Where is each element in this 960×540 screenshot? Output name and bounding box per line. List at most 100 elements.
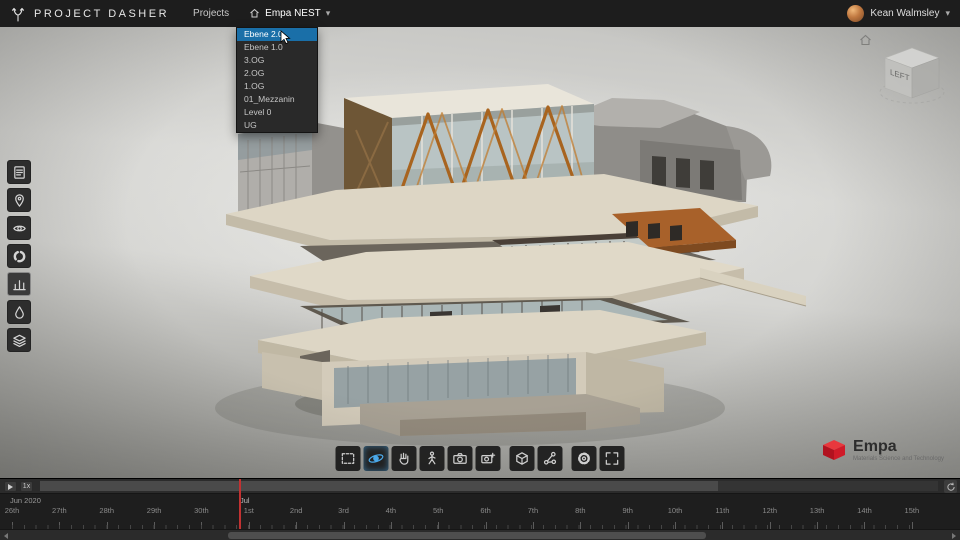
level-dropdown: Ebene 2.0 Ebene 1.0 3.OG 2.OG 1.OG 01_Me…: [236, 27, 318, 133]
tick-label: 4th: [386, 506, 396, 515]
timeline-panel: 1x Jun 2020 Jul 26th 27th 28th 29th 30th: [0, 478, 960, 540]
fullscreen-button[interactable]: [600, 446, 625, 471]
first-person-button[interactable]: [420, 446, 445, 471]
model-button[interactable]: [510, 446, 535, 471]
tick-mark: [580, 522, 581, 529]
tick-mark: [533, 522, 534, 529]
scrollbar-thumb[interactable]: [228, 532, 706, 539]
tick-mark: [201, 522, 202, 529]
tick-mark: [864, 522, 865, 529]
user-name: Kean Walmsley: [870, 8, 939, 19]
tick-mark: [486, 522, 487, 529]
doughnut-chart-button[interactable]: [7, 244, 31, 268]
marquee-select-button[interactable]: [336, 446, 361, 471]
marquee-select-icon: [340, 450, 357, 467]
chevron-down-icon: ▾: [945, 9, 950, 18]
tick-label: 13th: [810, 506, 825, 515]
data-points-button[interactable]: [538, 446, 563, 471]
day-ticks: 26th 27th 28th 29th 30th 1st 2nd 3rd 4th…: [12, 494, 912, 529]
tick-mark: [628, 522, 629, 529]
tick-label: 6th: [480, 506, 490, 515]
tick-mark: [817, 522, 818, 529]
visibility-button[interactable]: [7, 216, 31, 240]
tick-label: 26th: [5, 506, 20, 515]
user-menu[interactable]: Kean Walmsley ▾: [847, 5, 950, 22]
tick-mark: [391, 522, 392, 529]
settings-tool-group: [572, 446, 625, 471]
bar-chart-button[interactable]: [7, 272, 31, 296]
level-dropdown-item[interactable]: Level 0: [237, 106, 317, 119]
tick-label: 30th: [194, 506, 209, 515]
tick-label: 5th: [433, 506, 443, 515]
chevron-down-icon: ▾: [326, 9, 331, 18]
avatar: [847, 5, 864, 22]
tick-mark: [154, 522, 155, 529]
tick-mark: [107, 522, 108, 529]
fullscreen-icon: [604, 450, 621, 467]
arrow-right-icon: [952, 533, 956, 539]
home-button[interactable]: [859, 33, 872, 51]
level-dropdown-item[interactable]: UG: [237, 119, 317, 132]
left-toolbar: [7, 160, 31, 352]
play-button[interactable]: [4, 481, 17, 492]
3d-viewport[interactable]: [0, 27, 960, 478]
scroll-right-button[interactable]: [948, 530, 960, 540]
tick-label: 10th: [668, 506, 683, 515]
level-dropdown-item[interactable]: 2.OG: [237, 67, 317, 80]
tick-mark: [912, 522, 913, 529]
tick-label: 11th: [715, 506, 729, 515]
layers-icon: [12, 333, 27, 348]
top-bar: PROJECT DASHER Projects Empa NEST ▾ Kean…: [0, 0, 960, 27]
timeline-scrollbar[interactable]: [0, 529, 960, 540]
orbit-icon: [368, 450, 385, 467]
tick-label: 9th: [622, 506, 632, 515]
level-dropdown-item[interactable]: Ebene 1.0: [237, 41, 317, 54]
pan-hand-icon: [396, 450, 413, 467]
pin-button[interactable]: [7, 188, 31, 212]
timeline-track[interactable]: [40, 481, 938, 491]
snapshot-button[interactable]: [476, 446, 501, 471]
level-dropdown-item[interactable]: Ebene 2.0: [237, 28, 317, 41]
tick-mark: [12, 522, 13, 529]
orbit-button[interactable]: [364, 446, 389, 471]
selected-time-range[interactable]: [40, 481, 718, 491]
nav-projects[interactable]: Projects: [193, 8, 229, 19]
scroll-left-button[interactable]: [0, 530, 12, 540]
refresh-button[interactable]: [944, 480, 957, 493]
refresh-icon: [946, 482, 956, 492]
tick-mark: [675, 522, 676, 529]
pin-icon: [12, 193, 27, 208]
visibility-icon: [12, 221, 27, 236]
level-dropdown-item[interactable]: 3.OG: [237, 54, 317, 67]
play-icon: [8, 484, 13, 490]
timeline-scrubber: 1x: [0, 479, 960, 494]
report-button[interactable]: [7, 160, 31, 184]
camera-icon: [452, 450, 469, 467]
empa-tagline: Materials Science and Technology: [853, 456, 944, 462]
view-cube[interactable]: LEFT: [876, 42, 948, 108]
gear-icon: [576, 450, 593, 467]
tick-label: 2nd: [290, 506, 303, 515]
snapshot-icon: [480, 450, 497, 467]
playhead[interactable]: [239, 479, 241, 529]
level-dropdown-item[interactable]: 01_Mezzanin: [237, 93, 317, 106]
settings-button[interactable]: [572, 446, 597, 471]
tick-mark: [438, 522, 439, 529]
home-icon: [859, 34, 872, 46]
tick-label: 15th: [905, 506, 920, 515]
walk-person-icon: [424, 450, 441, 467]
level-dropdown-item[interactable]: 1.OG: [237, 80, 317, 93]
layers-button[interactable]: [7, 328, 31, 352]
water-drop-button[interactable]: [7, 300, 31, 324]
speed-button[interactable]: 1x: [20, 481, 33, 492]
camera-button[interactable]: [448, 446, 473, 471]
dasher-deer-logo-icon: [9, 5, 27, 23]
tick-label: 29th: [147, 506, 162, 515]
pan-button[interactable]: [392, 446, 417, 471]
tick-label: 3rd: [338, 506, 349, 515]
empa-logo: Empa Materials Science and Technology: [821, 438, 944, 462]
project-switcher[interactable]: Empa NEST ▾: [249, 8, 330, 19]
data-points-icon: [542, 450, 559, 467]
timeline-ruler[interactable]: Jun 2020 Jul 26th 27th 28th 29th 30th 1s…: [0, 494, 960, 529]
tick-label: 12th: [762, 506, 777, 515]
